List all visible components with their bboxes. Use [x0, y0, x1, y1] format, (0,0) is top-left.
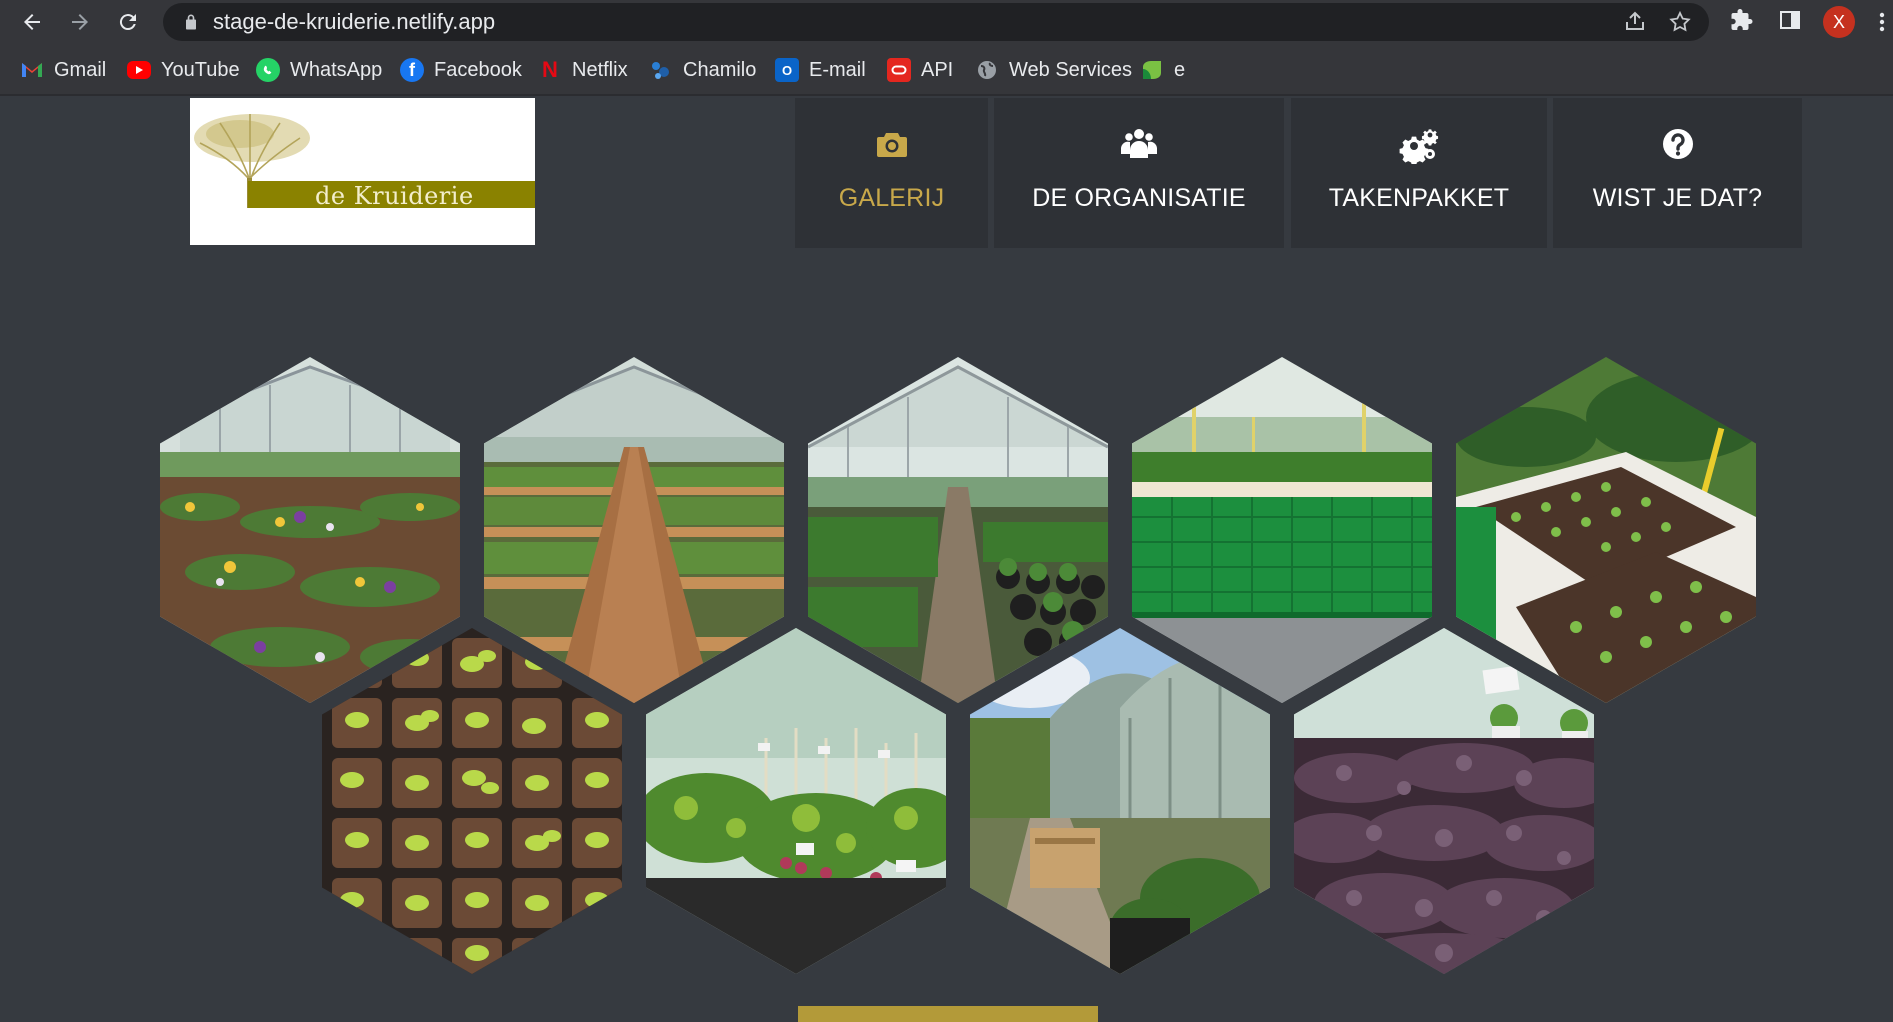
bookmark-facebook[interactable]: f Facebook — [400, 56, 522, 84]
logo-text: de Kruiderie — [315, 182, 474, 210]
star-icon — [1669, 10, 1691, 32]
bookmark-api[interactable]: API — [887, 56, 953, 84]
greenhouse-potted-plants-image — [808, 357, 1108, 703]
nav-galerij[interactable]: GALERIJ — [795, 98, 988, 248]
browser-toolbar: stage-de-kruiderie.netlify.app X — [0, 0, 1893, 44]
bookmark-star-button[interactable] — [1668, 10, 1692, 34]
browser-menu-button[interactable] — [1876, 6, 1888, 38]
gallery-photo-3[interactable] — [808, 357, 1108, 703]
profile-avatar[interactable]: X — [1823, 6, 1855, 38]
bookmark-whatsapp[interactable]: WhatsApp — [256, 56, 382, 84]
reload-button[interactable] — [112, 6, 144, 38]
bookmark-email[interactable]: O E-mail — [775, 56, 866, 84]
footer-accent-bar — [798, 1006, 1098, 1022]
url-text: stage-de-kruiderie.netlify.app — [213, 9, 496, 34]
share-icon — [1626, 11, 1644, 30]
seedling-trays-image — [1456, 357, 1756, 703]
bookmark-chamilo[interactable]: Chamilo — [649, 56, 756, 84]
outlook-icon: O — [775, 58, 799, 82]
site-logo[interactable]: de Kruiderie — [190, 98, 535, 245]
greenhouse-exterior-image — [970, 628, 1270, 974]
gallery-photo-7[interactable] — [646, 628, 946, 974]
bookmark-web-services[interactable]: Web Services — [975, 56, 1132, 84]
bookmark-youtube[interactable]: YouTube — [127, 56, 240, 84]
side-panel-button[interactable] — [1776, 8, 1804, 36]
share-button[interactable] — [1623, 10, 1647, 34]
purple-basil-image — [1294, 628, 1594, 974]
gmail-icon — [20, 58, 44, 82]
gallery-photo-6[interactable] — [322, 628, 622, 974]
nav-wist-je-dat[interactable]: WIST JE DAT? — [1553, 98, 1802, 248]
more-vert-icon — [1879, 12, 1885, 32]
bookmark-e[interactable]: e — [1140, 56, 1185, 84]
nav-label-galerij: GALERIJ — [838, 184, 945, 212]
youtube-icon — [127, 61, 151, 79]
gallery-photo-1[interactable] — [160, 357, 460, 703]
forward-button[interactable] — [64, 6, 96, 38]
gallery-photo-4[interactable] — [1132, 357, 1432, 703]
users-icon — [1121, 129, 1157, 158]
app-icon — [1140, 58, 1164, 82]
gallery-photo-8[interactable] — [970, 628, 1270, 974]
gears-icon — [1399, 129, 1439, 164]
lock-icon — [186, 14, 196, 30]
oracle-icon — [887, 58, 911, 82]
gallery-photo-5[interactable] — [1456, 357, 1756, 703]
nav-takenpakket[interactable]: TAKENPAKKET — [1291, 98, 1547, 248]
greenhouse-flowerbed-image — [160, 357, 460, 703]
arrow-right-icon — [72, 14, 88, 30]
seedling-tray-closeup-image — [322, 628, 622, 974]
nav-label-takenpakket: TAKENPAKKET — [1328, 184, 1510, 212]
green-crates-seedlings-image — [1132, 357, 1432, 703]
bookmark-netflix[interactable]: N Netflix — [538, 56, 628, 84]
question-circle-icon — [1662, 129, 1693, 159]
gallery-photo-9[interactable] — [1294, 628, 1594, 974]
arrow-left-icon — [24, 14, 40, 30]
facebook-icon: f — [400, 58, 424, 82]
nav-de-organisatie[interactable]: DE ORGANISATIE — [994, 98, 1284, 248]
extensions-button[interactable] — [1728, 8, 1756, 36]
whatsapp-icon — [256, 58, 280, 82]
address-bar[interactable]: stage-de-kruiderie.netlify.app — [163, 3, 1709, 41]
back-button[interactable] — [16, 6, 48, 38]
puzzle-icon — [1731, 9, 1753, 30]
netflix-icon: N — [542, 57, 558, 82]
gallery-photo-2[interactable] — [484, 357, 784, 703]
reload-icon — [119, 14, 136, 31]
nav-label-wist-je-dat: WIST JE DAT? — [1592, 184, 1763, 212]
chamilo-icon — [649, 58, 673, 82]
side-panel-icon — [1780, 11, 1800, 29]
camera-icon — [876, 133, 907, 157]
nav-label-organisatie: DE ORGANISATIE — [1032, 184, 1246, 212]
greenhouse-shrubs-image — [646, 628, 946, 974]
bookmark-gmail[interactable]: Gmail — [20, 56, 106, 84]
bookmarks-bar: Gmail YouTube WhatsApp f Facebook N Netf… — [0, 44, 1893, 96]
globe-icon — [975, 58, 999, 82]
greenhouse-path-image — [484, 357, 784, 703]
